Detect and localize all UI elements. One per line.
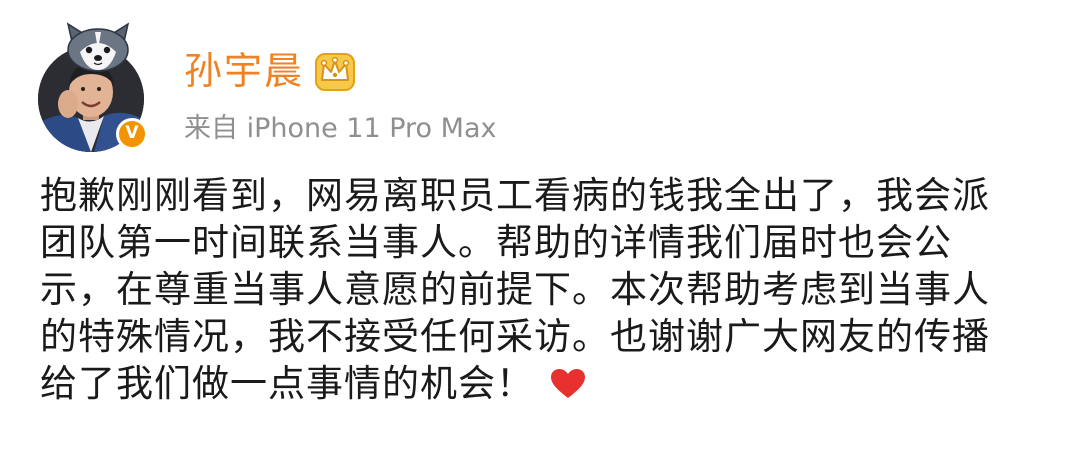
content-line-text: 给了我们做一点事情的机会！ — [40, 362, 534, 405]
post-header: V 孙宇晨 来自 iPhone 11 Pro Max — [36, 22, 736, 152]
username[interactable]: 孙宇晨 — [184, 48, 304, 94]
post-content: 抱歉刚刚看到，网易离职员工看病的钱我全出了，我会派 团队第一时间联系当事人。帮助… — [40, 172, 1040, 407]
avatar[interactable]: V — [36, 22, 148, 152]
content-line: 抱歉刚刚看到，网易离职员工看病的钱我全出了，我会派 — [40, 174, 990, 217]
verified-badge: V — [116, 118, 148, 150]
content-line: 示，在尊重当事人意愿的前提下。本次帮助考虑到当事人 — [40, 268, 990, 311]
red-heart-icon — [550, 364, 586, 398]
husky-pendant-icon — [58, 22, 138, 72]
content-line: 的特殊情况，我不接受任何采访。也谢谢广大网友的传播 — [40, 315, 990, 358]
content-line-last: 给了我们做一点事情的机会！ — [40, 360, 1040, 407]
crown-icon[interactable] — [314, 52, 356, 92]
post-source: 来自 iPhone 11 Pro Max — [184, 113, 497, 144]
weibo-post: V 孙宇晨 来自 iPhone 11 Pro Max 抱歉刚刚看到，网易离职员工… — [0, 0, 1080, 473]
content-line: 团队第一时间联系当事人。帮助的详情我们届时也会公 — [40, 221, 952, 264]
